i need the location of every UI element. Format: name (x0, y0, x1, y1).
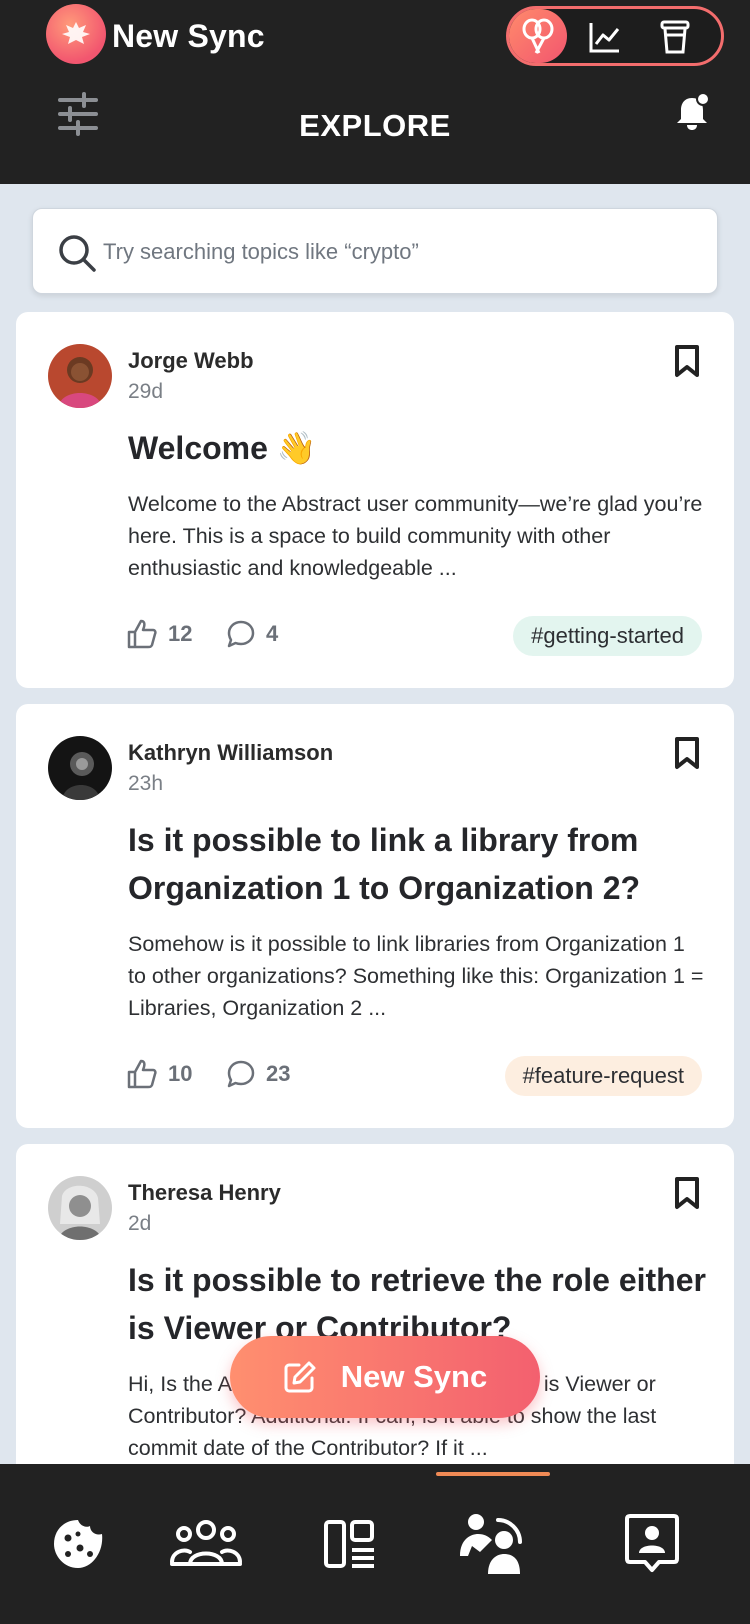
bell-icon (677, 92, 710, 130)
mode-switch (506, 6, 724, 66)
page-title: EXPLORE (299, 108, 451, 143)
search-bar (32, 208, 718, 294)
bookmark-icon (675, 345, 699, 377)
bookmark-icon (675, 737, 699, 769)
edit-icon (284, 1361, 316, 1393)
chart-icon (589, 23, 620, 53)
comment-count: 4 (266, 621, 279, 646)
like-button[interactable]: 12 (126, 616, 192, 652)
like-count: 12 (168, 621, 193, 646)
comment-button[interactable]: 23 (226, 1056, 290, 1092)
thumbs-up-icon (127, 1059, 157, 1089)
comment-count: 23 (266, 1061, 291, 1086)
balloons-icon (522, 18, 554, 54)
new-sync-button[interactable]: New Sync (230, 1336, 540, 1418)
like-count: 10 (168, 1061, 193, 1086)
search-icon (59, 235, 96, 272)
nav-dashboard[interactable] (310, 1504, 390, 1584)
like-button[interactable]: 10 (126, 1056, 192, 1092)
new-sync-label: New Sync (340, 1359, 488, 1394)
nav-cookie[interactable] (38, 1504, 118, 1584)
comment-icon (227, 1060, 255, 1088)
nav-sync[interactable] (454, 1504, 534, 1584)
layout-icon (324, 1520, 374, 1568)
people-sync-icon (460, 1514, 522, 1574)
avatar[interactable] (48, 736, 112, 800)
nav-community[interactable] (166, 1504, 246, 1584)
bottom-navigation (0, 1464, 750, 1624)
post-card[interactable]: Theresa Henry 2d Is it possible to retri… (16, 1144, 734, 1484)
post-card[interactable]: Kathryn Williamson 23h Is it possible to… (16, 704, 734, 1128)
post-card[interactable]: Jorge Webb 29d Welcome 👋 Welcome to the … (16, 312, 734, 688)
bookmark-icon (675, 1177, 699, 1209)
topic-tag[interactable]: #feature-request (504, 1056, 702, 1096)
bookmark-button[interactable] (672, 344, 704, 378)
search-input[interactable] (103, 231, 693, 273)
post-excerpt: Welcome to the Abstract user community—w… (128, 492, 703, 580)
active-tab-indicator (436, 1472, 550, 1476)
comment-button[interactable]: 4 (226, 616, 278, 652)
mode-coffee-button[interactable] (657, 19, 693, 55)
post-age: 2d (128, 1212, 152, 1235)
comment-icon (227, 620, 255, 648)
post-excerpt: Somehow is it possible to link libraries… (128, 932, 704, 1020)
post-author[interactable]: Jorge Webb (128, 348, 254, 374)
post-title[interactable]: Is it possible to link a library from Or… (128, 816, 708, 912)
topic-tag[interactable]: #getting-started (513, 616, 702, 656)
thumbs-up-icon (127, 619, 157, 649)
cup-icon (660, 20, 690, 54)
avatar[interactable] (48, 1176, 112, 1240)
nav-profile[interactable] (612, 1504, 692, 1584)
eagle-icon (62, 22, 90, 44)
post-author[interactable]: Kathryn Williamson (128, 740, 333, 766)
mode-stats-button[interactable] (587, 19, 623, 55)
bookmark-button[interactable] (672, 736, 704, 770)
app-logo[interactable] (46, 4, 106, 64)
avatar[interactable] (48, 344, 112, 408)
notifications-button[interactable] (672, 92, 712, 132)
bookmark-button[interactable] (672, 1176, 704, 1210)
post-title[interactable]: Welcome 👋 (128, 424, 708, 472)
app-header: New Sync EXPLORE (0, 0, 750, 184)
app-title: New Sync (112, 18, 265, 54)
mode-social-button[interactable] (509, 9, 567, 63)
cookie-icon (54, 1520, 103, 1568)
post-age: 29d (128, 380, 164, 403)
post-age: 23h (128, 772, 164, 795)
profile-card-icon (625, 1514, 679, 1572)
post-author[interactable]: Theresa Henry (128, 1180, 281, 1206)
people-group-icon (170, 1520, 242, 1566)
